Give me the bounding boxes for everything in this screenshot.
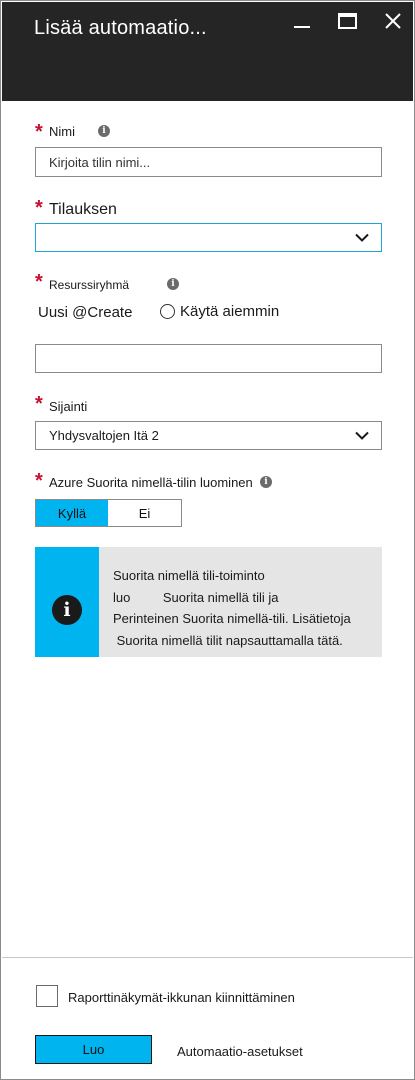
- title-bar: Lisää automaatio...: [2, 2, 413, 101]
- info-circle-icon: i: [52, 595, 82, 625]
- required-marker: *: [35, 271, 43, 293]
- maximize-icon: [338, 13, 357, 29]
- location-value: Yhdysvaltojen Itä 2: [49, 428, 159, 443]
- resource-group-input[interactable]: [35, 344, 382, 373]
- minimize-button[interactable]: [289, 10, 315, 34]
- close-icon: [385, 13, 401, 29]
- create-button[interactable]: Luo: [35, 1035, 152, 1064]
- run-as-label: Azure Suorita nimellä-tilin luominen: [49, 475, 253, 490]
- automation-settings-link[interactable]: Automaatio-asetukset: [177, 1044, 303, 1059]
- info-line: Perinteinen Suorita nimellä-tili. Lisäti…: [113, 611, 351, 626]
- subscription-dropdown[interactable]: [35, 223, 382, 252]
- info-banner-text: Suorita nimellä tili-toiminto luo Suorit…: [113, 565, 351, 651]
- resource-group-new-option[interactable]: Uusi @Create: [38, 304, 132, 321]
- pin-to-dashboard-label: Raporttinäkymät-ikkunan kiinnittäminen: [68, 990, 295, 1005]
- chevron-down-icon: [355, 431, 369, 440]
- run-as-no-button[interactable]: Ei: [108, 500, 181, 526]
- close-button[interactable]: [380, 10, 406, 34]
- pin-to-dashboard-checkbox[interactable]: [36, 985, 58, 1007]
- required-marker: *: [35, 470, 43, 492]
- location-dropdown[interactable]: Yhdysvaltojen Itä 2: [35, 421, 382, 450]
- location-label: Sijainti: [49, 399, 88, 414]
- maximize-button[interactable]: [335, 10, 361, 34]
- info-icon[interactable]: i: [167, 278, 179, 290]
- run-as-toggle: Kyllä Ei: [35, 499, 182, 527]
- info-line: luo Suorita nimellä tili ja: [113, 589, 279, 605]
- resource-group-new-label: Uusi @Create: [38, 304, 133, 321]
- info-banner-icon-panel: i: [35, 547, 99, 657]
- footer-divider: [2, 957, 413, 958]
- resource-group-existing-option[interactable]: Käytä aiemmin: [160, 303, 279, 320]
- info-line: Suorita nimellä tili-toiminto: [113, 568, 265, 583]
- subscription-label: Tilauksen: [49, 201, 117, 218]
- radio-button[interactable]: [160, 304, 175, 319]
- name-label: Nimi: [49, 124, 75, 139]
- run-as-yes-button[interactable]: Kyllä: [36, 500, 108, 526]
- resource-group-label: Resurssiryhmä: [49, 278, 130, 292]
- chevron-down-icon: [355, 233, 369, 242]
- resource-group-existing-label: Käytä aiemmin: [180, 303, 280, 320]
- blade-title: Lisää automaatio...: [34, 17, 207, 39]
- required-marker: *: [35, 393, 43, 415]
- blade-window: Lisää automaatio... * Nimi i * Tilauksen: [0, 0, 415, 1080]
- info-banner[interactable]: i Suorita nimellä tili-toiminto luo Suor…: [35, 547, 382, 657]
- info-line: Suorita nimellä tilit napsauttamalla tät…: [113, 632, 343, 648]
- minimize-icon: [294, 26, 310, 28]
- required-marker: *: [35, 121, 43, 143]
- info-icon[interactable]: i: [260, 476, 272, 488]
- name-input[interactable]: [35, 147, 382, 177]
- info-icon[interactable]: i: [98, 125, 110, 137]
- required-marker: *: [35, 197, 43, 219]
